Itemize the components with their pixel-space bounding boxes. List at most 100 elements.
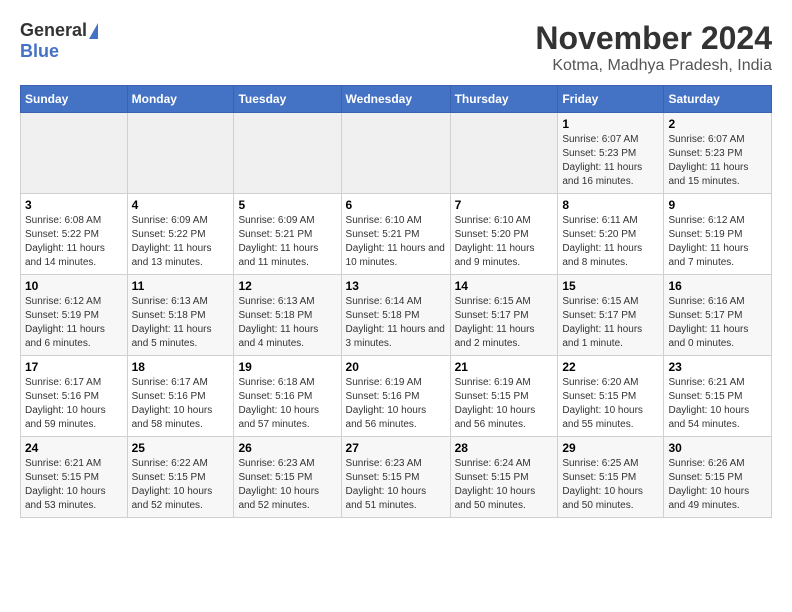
day-header-tuesday: Tuesday xyxy=(234,86,341,113)
day-info: Sunrise: 6:17 AM Sunset: 5:16 PM Dayligh… xyxy=(25,376,123,432)
day-number: 16 xyxy=(668,279,767,293)
calendar-cell: 2 Sunrise: 6:07 AM Sunset: 5:23 PM Daylig… xyxy=(664,113,772,194)
calendar-week-row: 10 Sunrise: 6:12 AM Sunset: 5:19 PM Dayli… xyxy=(21,275,772,356)
calendar-week-row: 3 Sunrise: 6:08 AM Sunset: 5:22 PM Daylig… xyxy=(21,194,772,275)
calendar-week-row: 17 Sunrise: 6:17 AM Sunset: 5:16 PM Dayli… xyxy=(21,356,772,437)
day-info: Sunrise: 6:13 AM Sunset: 5:18 PM Dayligh… xyxy=(238,295,336,351)
calendar-cell xyxy=(450,113,558,194)
calendar-cell: 24Sunrise: 6:21 AM Sunset: 5:15 PM Dayli… xyxy=(21,437,128,518)
day-info: Sunrise: 6:10 AM Sunset: 5:20 PM Dayligh… xyxy=(455,214,554,270)
day-number: 20 xyxy=(346,360,446,374)
calendar-cell: 1Sunrise: 6:07 AM Sunset: 5:23 PM Daylig… xyxy=(558,113,664,194)
calendar-cell xyxy=(341,113,450,194)
calendar-week-row: 24Sunrise: 6:21 AM Sunset: 5:15 PM Dayli… xyxy=(21,437,772,518)
day-number: 23 xyxy=(668,360,767,374)
day-number: 4 xyxy=(132,198,230,212)
calendar-cell: 22 Sunrise: 6:20 AM Sunset: 5:15 PM Dayli… xyxy=(558,356,664,437)
day-info: Sunrise: 6:07 AM Sunset: 5:23 PM Dayligh… xyxy=(562,133,659,189)
calendar-cell: 28Sunrise: 6:24 AM Sunset: 5:15 PM Dayli… xyxy=(450,437,558,518)
calendar-cell: 23 Sunrise: 6:21 AM Sunset: 5:15 PM Dayli… xyxy=(664,356,772,437)
calendar-week-row: 1Sunrise: 6:07 AM Sunset: 5:23 PM Daylig… xyxy=(21,113,772,194)
calendar-cell: 29 Sunrise: 6:25 AM Sunset: 5:15 PM Dayli… xyxy=(558,437,664,518)
logo-blue: Blue xyxy=(20,41,59,62)
calendar-cell: 3 Sunrise: 6:08 AM Sunset: 5:22 PM Daylig… xyxy=(21,194,128,275)
day-info: Sunrise: 6:23 AM Sunset: 5:15 PM Dayligh… xyxy=(346,457,446,513)
day-header-friday: Friday xyxy=(558,86,664,113)
calendar-cell: 16 Sunrise: 6:16 AM Sunset: 5:17 PM Dayli… xyxy=(664,275,772,356)
day-info: Sunrise: 6:16 AM Sunset: 5:17 PM Dayligh… xyxy=(668,295,767,351)
day-info: Sunrise: 6:20 AM Sunset: 5:15 PM Dayligh… xyxy=(562,376,659,432)
calendar-cell: 9 Sunrise: 6:12 AM Sunset: 5:19 PM Daylig… xyxy=(664,194,772,275)
day-number: 15 xyxy=(562,279,659,293)
day-info: Sunrise: 6:13 AM Sunset: 5:18 PM Dayligh… xyxy=(132,295,230,351)
title-area: November 2024 Kotma, Madhya Pradesh, Ind… xyxy=(535,20,772,75)
day-number: 12 xyxy=(238,279,336,293)
calendar-cell xyxy=(234,113,341,194)
day-number: 26 xyxy=(238,441,336,455)
calendar-cell: 4 Sunrise: 6:09 AM Sunset: 5:22 PM Daylig… xyxy=(127,194,234,275)
calendar-cell: 8 Sunrise: 6:11 AM Sunset: 5:20 PM Daylig… xyxy=(558,194,664,275)
day-number: 10 xyxy=(25,279,123,293)
calendar-cell: 7 Sunrise: 6:10 AM Sunset: 5:20 PM Daylig… xyxy=(450,194,558,275)
day-number: 18 xyxy=(132,360,230,374)
day-info: Sunrise: 6:10 AM Sunset: 5:21 PM Dayligh… xyxy=(346,214,446,270)
day-info: Sunrise: 6:19 AM Sunset: 5:15 PM Dayligh… xyxy=(455,376,554,432)
month-title: November 2024 xyxy=(535,20,772,57)
calendar-cell: 26 Sunrise: 6:23 AM Sunset: 5:15 PM Dayli… xyxy=(234,437,341,518)
calendar-header-row: SundayMondayTuesdayWednesdayThursdayFrid… xyxy=(21,86,772,113)
day-info: Sunrise: 6:23 AM Sunset: 5:15 PM Dayligh… xyxy=(238,457,336,513)
calendar-cell: 11Sunrise: 6:13 AM Sunset: 5:18 PM Dayli… xyxy=(127,275,234,356)
day-header-sunday: Sunday xyxy=(21,86,128,113)
calendar-cell: 18 Sunrise: 6:17 AM Sunset: 5:16 PM Dayli… xyxy=(127,356,234,437)
day-number: 19 xyxy=(238,360,336,374)
day-header-wednesday: Wednesday xyxy=(341,86,450,113)
day-number: 7 xyxy=(455,198,554,212)
day-number: 5 xyxy=(238,198,336,212)
day-info: Sunrise: 6:14 AM Sunset: 5:18 PM Dayligh… xyxy=(346,295,446,351)
day-info: Sunrise: 6:07 AM Sunset: 5:23 PM Dayligh… xyxy=(668,133,767,189)
day-number: 8 xyxy=(562,198,659,212)
day-info: Sunrise: 6:18 AM Sunset: 5:16 PM Dayligh… xyxy=(238,376,336,432)
day-number: 21 xyxy=(455,360,554,374)
day-number: 2 xyxy=(668,117,767,131)
day-number: 22 xyxy=(562,360,659,374)
calendar-table: SundayMondayTuesdayWednesdayThursdayFrid… xyxy=(20,85,772,518)
day-info: Sunrise: 6:21 AM Sunset: 5:15 PM Dayligh… xyxy=(668,376,767,432)
day-number: 24 xyxy=(25,441,123,455)
day-header-monday: Monday xyxy=(127,86,234,113)
calendar-cell xyxy=(127,113,234,194)
day-number: 14 xyxy=(455,279,554,293)
day-info: Sunrise: 6:17 AM Sunset: 5:16 PM Dayligh… xyxy=(132,376,230,432)
day-info: Sunrise: 6:15 AM Sunset: 5:17 PM Dayligh… xyxy=(562,295,659,351)
day-info: Sunrise: 6:15 AM Sunset: 5:17 PM Dayligh… xyxy=(455,295,554,351)
day-number: 6 xyxy=(346,198,446,212)
logo-general: General xyxy=(20,20,87,41)
location-subtitle: Kotma, Madhya Pradesh, India xyxy=(535,57,772,75)
logo-triangle-icon xyxy=(89,23,98,39)
calendar-cell: 5 Sunrise: 6:09 AM Sunset: 5:21 PM Daylig… xyxy=(234,194,341,275)
calendar-cell: 27Sunrise: 6:23 AM Sunset: 5:15 PM Dayli… xyxy=(341,437,450,518)
day-number: 25 xyxy=(132,441,230,455)
day-info: Sunrise: 6:26 AM Sunset: 5:15 PM Dayligh… xyxy=(668,457,767,513)
day-info: Sunrise: 6:25 AM Sunset: 5:15 PM Dayligh… xyxy=(562,457,659,513)
day-number: 29 xyxy=(562,441,659,455)
calendar-cell: 6 Sunrise: 6:10 AM Sunset: 5:21 PM Daylig… xyxy=(341,194,450,275)
day-number: 17 xyxy=(25,360,123,374)
day-info: Sunrise: 6:09 AM Sunset: 5:21 PM Dayligh… xyxy=(238,214,336,270)
day-info: Sunrise: 6:11 AM Sunset: 5:20 PM Dayligh… xyxy=(562,214,659,270)
day-info: Sunrise: 6:09 AM Sunset: 5:22 PM Dayligh… xyxy=(132,214,230,270)
day-number: 3 xyxy=(25,198,123,212)
calendar-cell: 30 Sunrise: 6:26 AM Sunset: 5:15 PM Dayli… xyxy=(664,437,772,518)
calendar-cell: 10 Sunrise: 6:12 AM Sunset: 5:19 PM Dayli… xyxy=(21,275,128,356)
day-info: Sunrise: 6:08 AM Sunset: 5:22 PM Dayligh… xyxy=(25,214,123,270)
day-number: 30 xyxy=(668,441,767,455)
calendar-cell: 19 Sunrise: 6:18 AM Sunset: 5:16 PM Dayli… xyxy=(234,356,341,437)
calendar-cell: 21 Sunrise: 6:19 AM Sunset: 5:15 PM Dayli… xyxy=(450,356,558,437)
calendar-cell: 20Sunrise: 6:19 AM Sunset: 5:16 PM Dayli… xyxy=(341,356,450,437)
header: General Blue November 2024 Kotma, Madhya… xyxy=(20,20,772,75)
day-info: Sunrise: 6:22 AM Sunset: 5:15 PM Dayligh… xyxy=(132,457,230,513)
day-number: 9 xyxy=(668,198,767,212)
day-header-thursday: Thursday xyxy=(450,86,558,113)
day-info: Sunrise: 6:12 AM Sunset: 5:19 PM Dayligh… xyxy=(25,295,123,351)
day-info: Sunrise: 6:12 AM Sunset: 5:19 PM Dayligh… xyxy=(668,214,767,270)
